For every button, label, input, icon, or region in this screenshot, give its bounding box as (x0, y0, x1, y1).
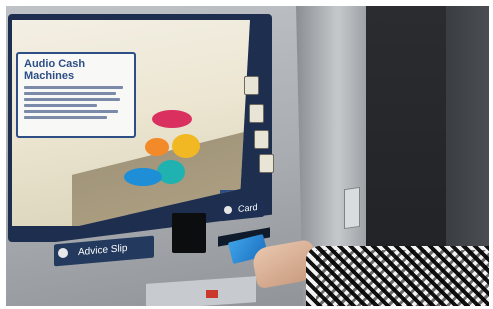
speech-bubble-orange (145, 138, 169, 156)
card-label: Card (238, 201, 258, 215)
callout-text-line (24, 104, 97, 107)
cancel-key[interactable] (206, 290, 218, 298)
screen-side-button[interactable] (254, 130, 269, 149)
side-slot (344, 186, 360, 230)
callout-text-line (24, 98, 120, 101)
screen-side-button[interactable] (244, 76, 259, 95)
atm-photo: Audio Cash Machines Card Advice Slip (6, 6, 489, 306)
callout-text-line (24, 92, 116, 95)
callout-text-line (24, 116, 108, 119)
sleeve-pattern-overlay (316, 250, 489, 306)
card-icon (224, 206, 232, 214)
screen-side-button[interactable] (249, 104, 264, 123)
screen-side-button[interactable] (259, 154, 274, 173)
callout-title: Audio Cash Machines (24, 58, 86, 82)
speech-bubble-yellow (172, 134, 200, 158)
callout-text-line (24, 110, 118, 113)
info-callout: Audio Cash Machines (16, 52, 136, 138)
callout-text-line (24, 86, 123, 89)
camera-housing (172, 213, 206, 253)
advice-slip-icon (58, 248, 68, 258)
speech-bubble-teal (157, 160, 185, 184)
speech-bubble-blue (124, 168, 162, 186)
speech-bubble-red (152, 110, 192, 128)
